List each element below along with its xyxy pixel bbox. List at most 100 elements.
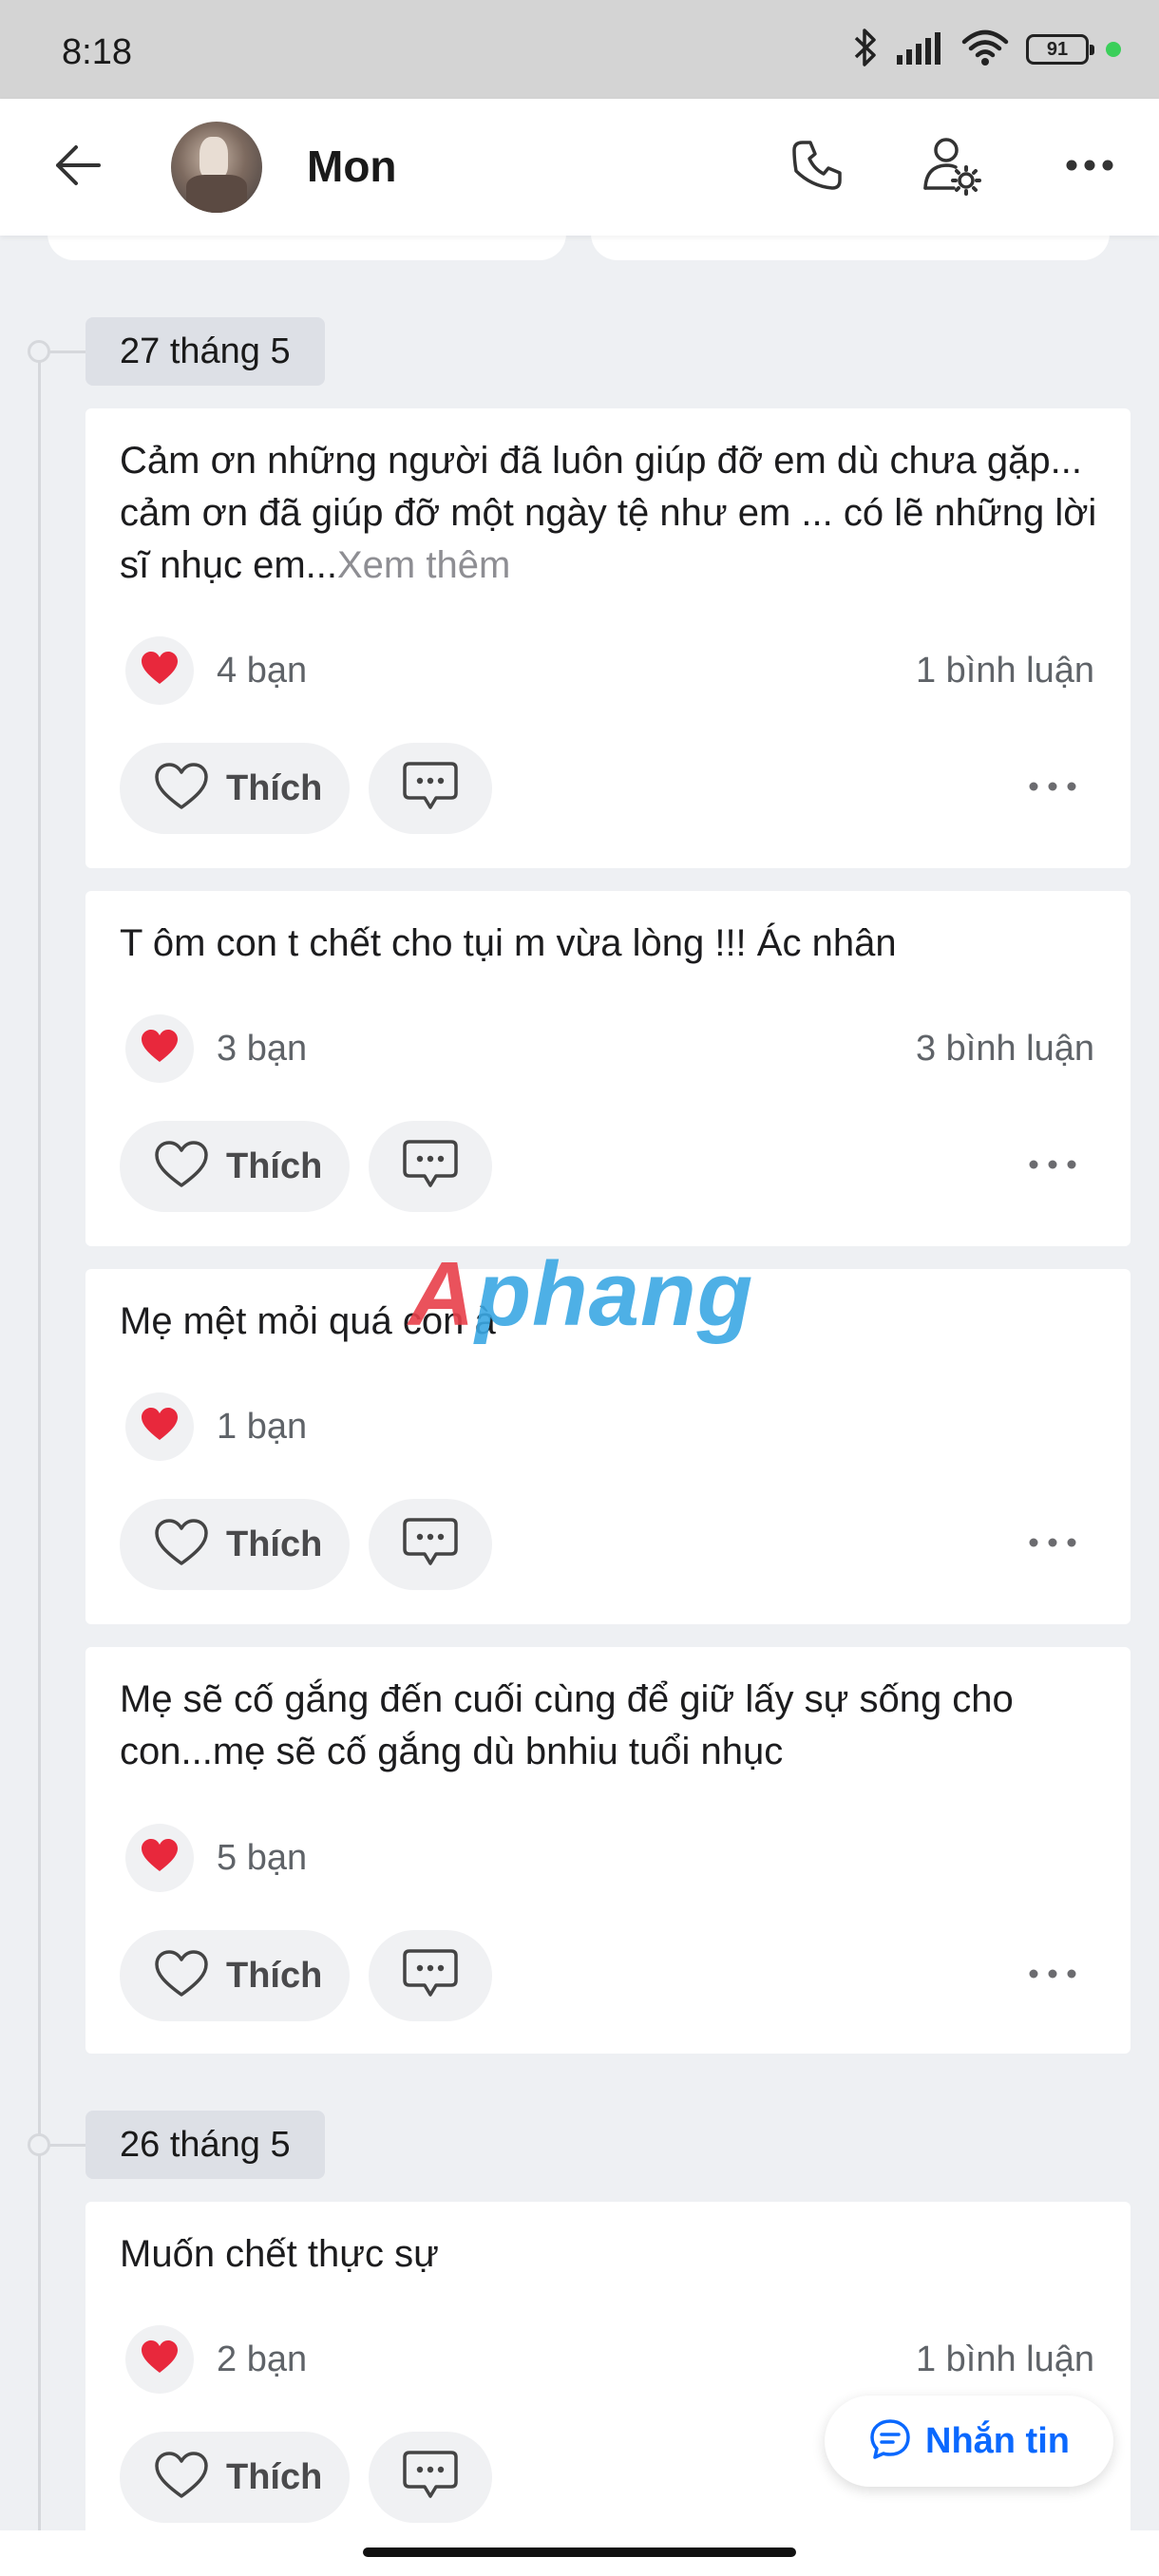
- comment-button[interactable]: [369, 1499, 492, 1590]
- send-message-label: Nhắn tin: [925, 2420, 1070, 2461]
- comment-button[interactable]: [369, 2432, 492, 2523]
- heart-icon: [141, 2339, 179, 2379]
- reaction-count[interactable]: 3 bạn: [217, 1029, 307, 1070]
- watermark-part-2: phang: [475, 1243, 754, 1345]
- wifi-icon: [961, 28, 1009, 71]
- heart-icon: [141, 1838, 179, 1878]
- like-label: Thích: [226, 1955, 323, 1996]
- comment-icon: [402, 761, 459, 817]
- post-text[interactable]: Muốn chết thực sự: [120, 2228, 1098, 2281]
- reaction-badge[interactable]: [125, 636, 194, 705]
- avatar[interactable]: [171, 122, 262, 213]
- reaction-count[interactable]: 4 bạn: [217, 651, 307, 691]
- action-row: Thích: [120, 1499, 1098, 1590]
- heart-icon: [141, 651, 179, 691]
- post-text-content: Cảm ơn những người đã luôn giúp đỡ em dù…: [120, 440, 1097, 586]
- watermark-part-1: A: [408, 1243, 476, 1345]
- reaction-row: 3 bạn 3 bình luận: [125, 1014, 1094, 1083]
- reaction-row: 5 bạn: [125, 1824, 1094, 1892]
- reaction-row: 2 bạn 1 bình luận: [125, 2325, 1094, 2394]
- like-button[interactable]: Thích: [120, 2432, 350, 2523]
- home-indicator[interactable]: [363, 2548, 796, 2557]
- comment-button[interactable]: [369, 1930, 492, 2021]
- like-label: Thích: [226, 767, 323, 808]
- more-icon: [1065, 159, 1114, 177]
- action-row: Thích: [120, 743, 1098, 834]
- timeline-tick: [48, 350, 86, 353]
- post-more-button[interactable]: [1007, 1121, 1098, 1212]
- contact-name[interactable]: Mon: [307, 141, 397, 192]
- more-icon: [1028, 1967, 1077, 1984]
- reaction-count[interactable]: 2 bạn: [217, 2339, 307, 2380]
- profile-settings-button[interactable]: [918, 133, 986, 201]
- like-button[interactable]: Thích: [120, 1499, 350, 1590]
- heart-icon: [141, 1029, 179, 1069]
- battery-icon: 91: [1026, 34, 1094, 65]
- post-card[interactable]: Mẹ sẽ cố gắng đến cuối cùng để giữ lấy s…: [86, 1647, 1130, 2054]
- back-button[interactable]: [46, 135, 110, 199]
- user-settings-icon: [922, 135, 982, 200]
- back-arrow-icon: [51, 139, 104, 197]
- post-more-button[interactable]: [1007, 1499, 1098, 1590]
- comment-button[interactable]: [369, 1121, 492, 1212]
- heart-outline-icon: [154, 2451, 209, 2505]
- send-message-button[interactable]: Nhắn tin: [825, 2396, 1113, 2487]
- reaction-badge[interactable]: [125, 1392, 194, 1461]
- like-label: Thích: [226, 1524, 323, 1564]
- like-button[interactable]: Thích: [120, 1121, 350, 1212]
- post-card[interactable]: Muốn chết thực sự 2 bạn 1 bình luận Thíc…: [86, 2202, 1130, 2576]
- post-more-button[interactable]: [1007, 1930, 1098, 2021]
- heart-outline-icon: [154, 1140, 209, 1194]
- heart-outline-icon: [154, 1949, 209, 2003]
- action-row: Thích: [120, 1930, 1098, 2021]
- reaction-badge[interactable]: [125, 1824, 194, 1892]
- reaction-badge[interactable]: [125, 1014, 194, 1083]
- chat-bubble-icon: [868, 2417, 912, 2466]
- profile-header: Mon: [0, 99, 1159, 236]
- heart-outline-icon: [154, 1518, 209, 1572]
- status-icons: 91: [853, 25, 1121, 74]
- like-button[interactable]: Thích: [120, 1930, 350, 2021]
- comment-icon: [402, 1948, 459, 2004]
- comment-count[interactable]: 1 bình luận: [916, 651, 1094, 691]
- timeline-tick: [48, 2144, 86, 2147]
- date-label: 26 tháng 5: [86, 2111, 325, 2179]
- comment-button[interactable]: [369, 743, 492, 834]
- more-icon: [1028, 1536, 1077, 1553]
- heart-outline-icon: [154, 762, 209, 816]
- post-card[interactable]: T ôm con t chết cho tụi m vừa lòng !!! Á…: [86, 891, 1130, 1246]
- post-text[interactable]: Mẹ sẽ cố gắng đến cuối cùng để giữ lấy s…: [120, 1674, 1098, 1778]
- reaction-row: 4 bạn 1 bình luận: [125, 636, 1094, 705]
- reaction-badge[interactable]: [125, 2325, 194, 2394]
- date-label: 27 tháng 5: [86, 317, 325, 386]
- see-more-link[interactable]: Xem thêm: [337, 544, 510, 586]
- post-text[interactable]: T ôm con t chết cho tụi m vừa lòng !!! Á…: [120, 918, 1098, 970]
- comment-icon: [402, 1139, 459, 1195]
- privacy-indicator: [1106, 42, 1121, 57]
- reaction-row: 1 bạn: [125, 1392, 1094, 1461]
- comment-icon: [402, 2450, 459, 2506]
- signal-icon: [895, 30, 944, 69]
- like-label: Thích: [226, 2456, 323, 2497]
- post-card[interactable]: Cảm ơn những người đã luôn giúp đỡ em dù…: [86, 408, 1130, 868]
- post-text[interactable]: Cảm ơn những người đã luôn giúp đỡ em dù…: [120, 435, 1098, 592]
- like-label: Thích: [226, 1146, 323, 1186]
- like-button[interactable]: Thích: [120, 743, 350, 834]
- watermark-logo: Aphang: [408, 1242, 753, 1347]
- phone-icon: [789, 138, 845, 198]
- comment-icon: [402, 1517, 459, 1573]
- timeline-line: [38, 351, 41, 2576]
- more-options-button[interactable]: [1055, 133, 1124, 201]
- call-button[interactable]: [783, 133, 851, 201]
- reaction-count[interactable]: 1 bạn: [217, 1407, 307, 1448]
- status-time: 8:18: [62, 32, 132, 72]
- reaction-count[interactable]: 5 bạn: [217, 1838, 307, 1879]
- action-row: Thích: [120, 1121, 1098, 1212]
- more-icon: [1028, 1158, 1077, 1175]
- bluetooth-icon: [853, 27, 878, 73]
- comment-count[interactable]: 3 bình luận: [916, 1029, 1094, 1070]
- heart-icon: [141, 1407, 179, 1447]
- post-more-button[interactable]: [1007, 743, 1098, 834]
- status-bar: 8:18 91: [0, 0, 1159, 99]
- comment-count[interactable]: 1 bình luận: [916, 2339, 1094, 2380]
